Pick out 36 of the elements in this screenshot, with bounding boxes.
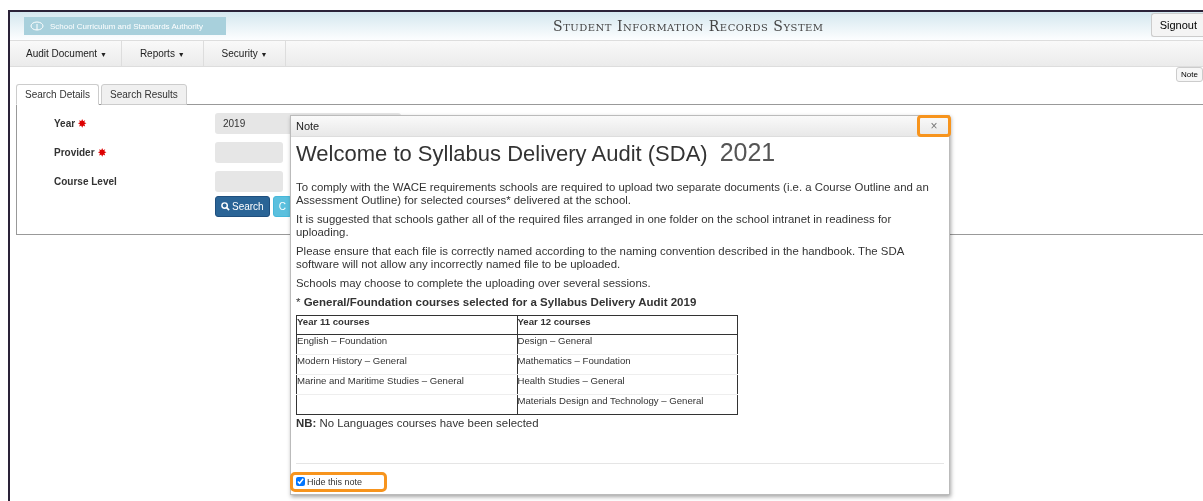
close-button[interactable]: ×	[917, 115, 951, 137]
required-mark: ✸	[78, 118, 87, 129]
select-field[interactable]	[215, 142, 283, 163]
dialog-heading: Welcome to Syllabus Delivery Audit (SDA)	[296, 141, 708, 167]
checkbox[interactable]	[296, 477, 305, 486]
tab[interactable]: Search Results	[101, 84, 187, 105]
tree-icon	[30, 21, 44, 31]
column-header: Year 11 courses	[296, 315, 517, 335]
table-cell: English – Foundation	[296, 334, 517, 355]
table-cell: Marine and Maritime Studies – General	[296, 374, 517, 395]
logo-text: School Curriculum and Standards Authority	[50, 21, 203, 31]
tab[interactable]: Search Details	[16, 84, 100, 105]
field-label: Provider	[54, 147, 95, 158]
field-label: Course Level	[54, 176, 117, 187]
signout-button[interactable]: Signout	[1150, 13, 1203, 37]
table-cell: Mathematics – Foundation	[517, 354, 738, 375]
table-cell: Modern History – General	[296, 354, 517, 375]
search-button[interactable]: Search	[215, 196, 270, 217]
field-label: Year	[54, 118, 76, 129]
note-button[interactable]: Note	[1176, 67, 1203, 82]
checkbox-label[interactable]: Hide this note	[307, 476, 363, 487]
table-cell: Materials Design and Technology – General	[517, 394, 738, 415]
table-caption: *General/Foundation courses selected for a Syllabus Delivery Audit 2019	[296, 296, 697, 308]
paragraph: To comply with the WACE requirements schools are required to upload two separate documents (i.e. a Course Outline and an Assessment Outline) for selected courses* delivered at the school.	[296, 181, 930, 207]
paragraph: Schools may choose to complete the uploading over several sessions.	[296, 277, 652, 290]
column-header: Year 12 courses	[517, 315, 738, 335]
app-title: Student Information Records System	[552, 18, 825, 34]
paragraph: Please ensure that each file is correctly named according to the naming convention described in the handbook. The SDA software will not allow any incorrectly named file to be uploaded.	[296, 245, 905, 271]
required-mark: ✸	[97, 147, 106, 158]
select-field[interactable]	[215, 171, 283, 192]
paragraph: It is suggested that schools gather all of the required files arranged in one folder on the school intranet in readiness for uploading.	[296, 213, 893, 239]
note-text: NB: No Languages courses have been selected	[296, 417, 539, 429]
table-cell: Design – General	[517, 334, 738, 355]
table-cell: Health Studies – General	[517, 374, 738, 395]
dialog-title: Note	[296, 120, 320, 132]
search-icon	[221, 202, 230, 211]
